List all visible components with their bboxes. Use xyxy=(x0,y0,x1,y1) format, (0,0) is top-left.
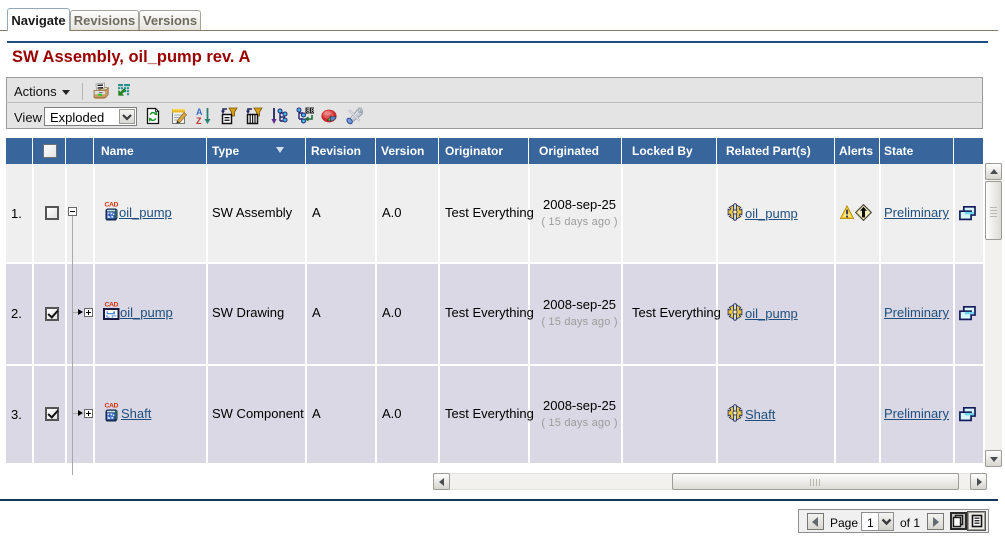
svg-text:8: 8 xyxy=(311,109,315,115)
svg-text:8: 8 xyxy=(306,109,310,115)
svg-text:Z: Z xyxy=(196,116,202,125)
